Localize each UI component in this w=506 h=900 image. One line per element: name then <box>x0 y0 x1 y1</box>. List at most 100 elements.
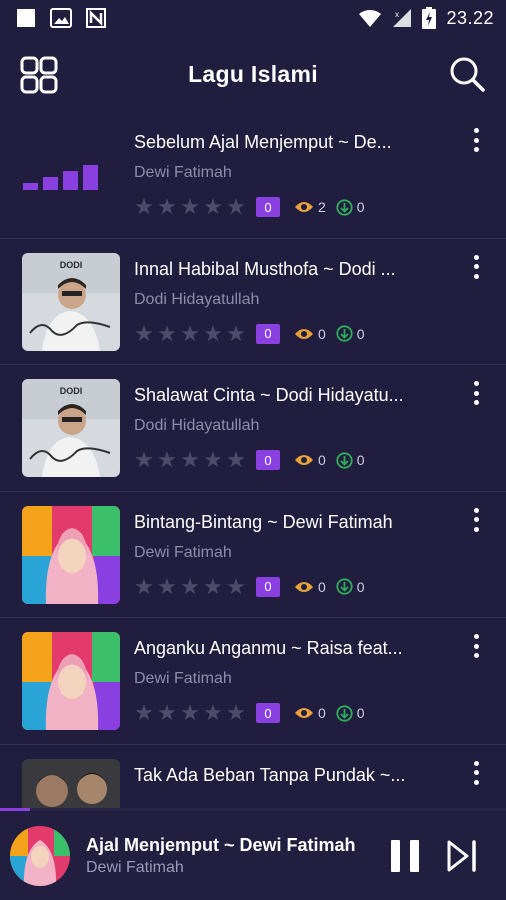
song-list-item[interactable]: Bintang-Bintang ~ Dewi Fatimah Dewi Fati… <box>0 492 506 618</box>
star-icon[interactable]: ★ <box>134 449 154 471</box>
page-title: Lagu Islami <box>188 60 318 87</box>
status-time: 23.22 <box>446 7 494 28</box>
download-icon <box>336 578 353 595</box>
star-icon[interactable]: ★ <box>134 575 154 598</box>
download-icon <box>336 704 353 722</box>
views-count: 2 <box>294 199 326 215</box>
more-vertical-icon[interactable] <box>468 506 484 534</box>
eye-icon <box>295 202 313 212</box>
downloads-count: 0 <box>336 451 365 469</box>
star-icon[interactable]: ★ <box>180 449 200 471</box>
now-playing-title: Ajal Menjemput ~ Dewi Fatimah <box>86 835 356 855</box>
star-icon[interactable]: ★ <box>226 702 246 724</box>
views-count: 0 <box>294 705 326 721</box>
eye-icon <box>295 328 313 339</box>
star-icon[interactable]: ★ <box>203 702 223 724</box>
downloads-value: 0 <box>356 452 365 468</box>
star-icon[interactable]: ★ <box>226 196 246 218</box>
song-artist: Dewi Fatimah <box>134 164 232 181</box>
song-list[interactable]: Sebelum Ajal Menjemput ~ De... Dewi Fati… <box>0 112 506 808</box>
album-art: DODI <box>22 252 120 351</box>
song-title: Bintang-Bintang ~ Dewi Fatimah <box>134 511 393 532</box>
star-icon[interactable]: ★ <box>226 322 246 345</box>
downloads-value: 0 <box>356 199 365 215</box>
n-app-icon <box>86 8 106 28</box>
star-icon[interactable]: ★ <box>157 575 177 598</box>
star-icon[interactable]: ★ <box>180 196 200 218</box>
star-icon[interactable]: ★ <box>203 575 223 598</box>
star-icon[interactable]: ★ <box>157 449 177 471</box>
album-art: DODI <box>22 379 120 477</box>
song-list-item[interactable]: DODI Shalawat Cinta ~ Dodi Hidayatu... D… <box>0 365 506 492</box>
pause-icon[interactable] <box>388 838 422 874</box>
thumb-label: DODI <box>60 260 83 270</box>
song-meta: ★ ★ ★ ★ ★ 0 0 0 <box>134 449 365 471</box>
now-playing-artist: Dewi Fatimah <box>86 859 184 876</box>
more-vertical-icon[interactable] <box>468 759 484 787</box>
star-icon[interactable]: ★ <box>180 322 200 345</box>
app-bar: Lagu Islami <box>0 36 506 112</box>
downloads-count: 0 <box>336 578 365 595</box>
skip-next-icon[interactable] <box>446 839 478 873</box>
star-rating[interactable]: ★ ★ ★ ★ ★ <box>134 322 246 345</box>
downloads-value: 0 <box>356 705 365 721</box>
song-title: Innal Habibal Musthofa ~ Dodi ... <box>134 258 396 279</box>
album-art <box>22 632 120 730</box>
search-icon[interactable] <box>448 55 486 93</box>
star-icon[interactable]: ★ <box>157 196 177 218</box>
song-artist: Dodi Hidayatullah <box>134 417 260 434</box>
song-title: Anganku Anganmu ~ Raisa feat... <box>134 638 403 658</box>
signal-icon: x <box>393 9 412 27</box>
star-rating[interactable]: ★ ★ ★ ★ ★ <box>134 702 246 724</box>
views-value: 0 <box>318 452 326 468</box>
views-value: 2 <box>318 199 326 215</box>
rating-badge: 0 <box>256 197 280 217</box>
star-rating[interactable]: ★ ★ ★ ★ ★ <box>134 196 246 218</box>
song-list-item[interactable]: Tak Ada Beban Tanpa Pundak ~... <box>0 745 506 808</box>
song-list-item[interactable]: Sebelum Ajal Menjemput ~ De... Dewi Fati… <box>0 112 506 239</box>
song-title: Sebelum Ajal Menjemput ~ De... <box>134 132 392 152</box>
star-icon[interactable]: ★ <box>134 322 154 345</box>
star-icon[interactable]: ★ <box>226 575 246 598</box>
song-title: Tak Ada Beban Tanpa Pundak ~... <box>134 764 406 785</box>
views-count: 0 <box>294 452 326 468</box>
album-art <box>22 505 120 604</box>
download-icon <box>336 198 353 216</box>
star-rating[interactable]: ★ ★ ★ ★ ★ <box>134 575 246 598</box>
star-icon[interactable]: ★ <box>157 322 177 345</box>
downloads-value: 0 <box>356 325 365 342</box>
song-list-item[interactable]: DODI Innal Habibal Musthofa ~ Dodi ... D… <box>0 239 506 365</box>
more-vertical-icon[interactable] <box>468 253 484 281</box>
song-artist: Dewi Fatimah <box>134 670 232 687</box>
star-icon[interactable]: ★ <box>226 449 246 471</box>
more-vertical-icon[interactable] <box>468 379 484 407</box>
rating-badge: 0 <box>256 576 280 597</box>
song-meta: ★ ★ ★ ★ ★ 0 0 0 <box>134 702 365 724</box>
views-count: 0 <box>294 326 326 342</box>
views-count: 0 <box>294 579 326 595</box>
star-icon[interactable]: ★ <box>180 702 200 724</box>
star-icon[interactable]: ★ <box>203 449 223 471</box>
star-icon[interactable]: ★ <box>180 575 200 598</box>
now-playing-art <box>10 826 70 886</box>
wifi-icon <box>359 9 382 27</box>
star-icon[interactable]: ★ <box>134 702 154 724</box>
star-icon[interactable]: ★ <box>134 196 154 218</box>
song-list-item[interactable]: Anganku Anganmu ~ Raisa feat... Dewi Fat… <box>0 618 506 745</box>
star-rating[interactable]: ★ ★ ★ ★ ★ <box>134 449 246 471</box>
mini-player[interactable]: Ajal Menjemput ~ Dewi Fatimah Dewi Fatim… <box>0 811 506 900</box>
views-value: 0 <box>318 325 326 342</box>
song-meta: ★ ★ ★ ★ ★ 0 2 0 <box>134 196 365 218</box>
rating-badge: 0 <box>256 450 280 470</box>
more-vertical-icon[interactable] <box>468 126 484 154</box>
gallery-icon <box>50 8 72 28</box>
battery-charging-icon <box>422 7 437 29</box>
more-vertical-icon[interactable] <box>468 632 484 660</box>
star-icon[interactable]: ★ <box>203 196 223 218</box>
svg-text:x: x <box>395 10 399 19</box>
star-icon[interactable]: ★ <box>203 322 223 345</box>
rating-badge: 0 <box>256 703 280 723</box>
eye-icon <box>295 455 313 465</box>
star-icon[interactable]: ★ <box>157 702 177 724</box>
grid-icon[interactable] <box>20 56 58 94</box>
